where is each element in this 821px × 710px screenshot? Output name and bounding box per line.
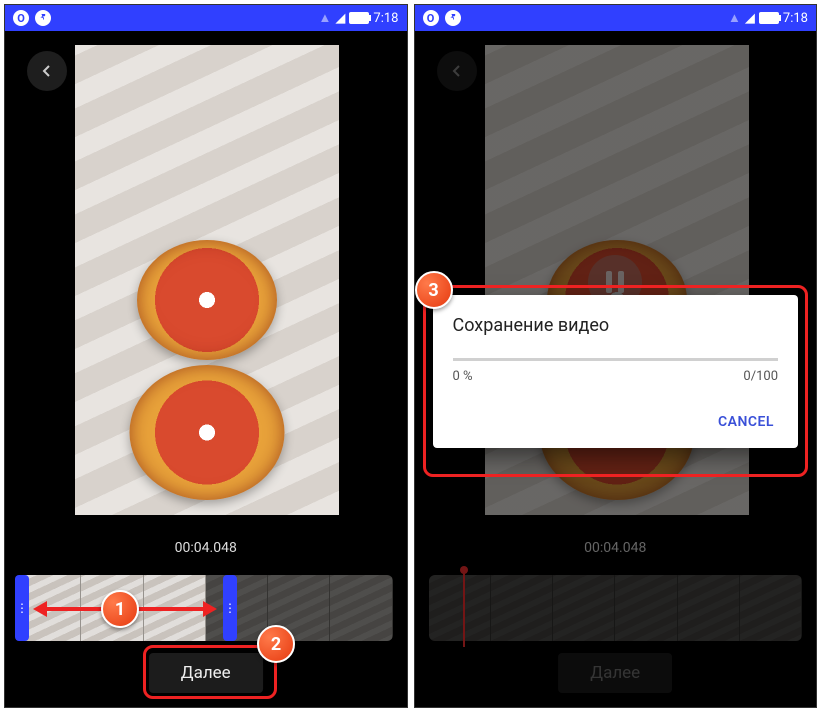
progress-percent: 0 % — [453, 369, 473, 384]
battery-icon — [759, 12, 779, 24]
status-bar: O ▲ ◢ 7:18 — [415, 5, 817, 31]
opera-icon: O — [423, 10, 439, 26]
phone-screen-saving: O ▲ ◢ 7:18 00:04.048 Далее Сохранение в — [414, 4, 818, 708]
back-button[interactable] — [27, 51, 67, 91]
wifi-icon: ▲ — [728, 10, 741, 26]
next-button[interactable]: Далее — [149, 653, 263, 693]
step-badge-1: 1 — [101, 590, 139, 628]
timestamp-label: 00:04.048 — [5, 540, 407, 556]
step-badge-3: 3 — [415, 271, 453, 309]
dialog-title: Сохранение видео — [453, 315, 779, 336]
clock: 7:18 — [783, 11, 808, 26]
shazam-icon — [445, 10, 461, 26]
status-bar: O ▲ ◢ 7:18 — [5, 5, 407, 31]
opera-icon: O — [13, 10, 29, 26]
cancel-button[interactable]: CANCEL — [453, 406, 779, 438]
video-preview[interactable] — [75, 45, 339, 515]
clock: 7:18 — [373, 11, 398, 26]
phone-screen-edit: O ▲ ◢ 7:18 00:04.048 1 Дале — [4, 4, 408, 708]
step-badge-2: 2 — [257, 625, 295, 663]
wifi-icon: ▲ — [319, 10, 332, 26]
trim-handle-end[interactable] — [223, 575, 237, 641]
progress-bar — [453, 358, 779, 361]
battery-icon — [349, 12, 369, 24]
progress-count: 0/100 — [743, 369, 778, 384]
save-dialog: Сохранение видео 0 % 0/100 CANCEL — [433, 295, 799, 448]
trim-handle-start[interactable] — [15, 575, 29, 641]
signal-icon: ◢ — [335, 11, 345, 26]
signal-icon: ◢ — [745, 11, 755, 26]
shazam-icon — [35, 10, 51, 26]
